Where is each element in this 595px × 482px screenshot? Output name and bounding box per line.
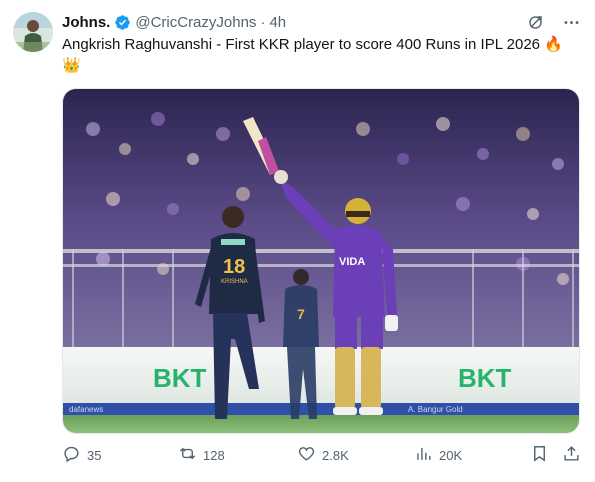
tweet-text: Angkrish Raghuvanshi - First KKR player … xyxy=(62,36,563,74)
strip-text-right: A. Bangur Gold xyxy=(408,405,463,414)
board-logo-right: BKT xyxy=(458,363,512,393)
separator: · xyxy=(260,13,266,31)
more-icon[interactable] xyxy=(561,12,581,32)
jersey-sponsor: VIDA xyxy=(339,256,365,268)
views-button[interactable]: 20K xyxy=(414,444,462,466)
tweet-media[interactable]: BKT BKT dafanews A. Bangur Gold 18 KRISH… xyxy=(62,88,580,434)
board-logo-left: BKT xyxy=(153,363,207,393)
reply-button[interactable]: 35 xyxy=(62,444,101,466)
views-icon xyxy=(414,444,433,466)
cricket-photo: BKT BKT dafanews A. Bangur Gold 18 KRISH… xyxy=(63,89,579,433)
timestamp[interactable]: 4h xyxy=(269,14,286,31)
bookmark-icon xyxy=(530,444,549,466)
retweet-icon xyxy=(178,444,197,466)
handle[interactable]: @CricCrazyJohns xyxy=(135,14,256,31)
display-name[interactable]: Johns. xyxy=(62,14,110,31)
retweet-count: 128 xyxy=(203,447,225,463)
views-count: 20K xyxy=(439,447,463,463)
reply-count: 35 xyxy=(87,447,102,463)
tweet[interactable]: Johns. @CricCrazyJohns · 4h Angkrish Rag… xyxy=(0,0,595,482)
like-button[interactable]: 2.8K xyxy=(297,444,349,466)
like-count: 2.8K xyxy=(322,447,349,463)
share-icon xyxy=(562,444,581,466)
tweet-header: Johns. @CricCrazyJohns · 4h xyxy=(62,12,286,32)
bookmark-button[interactable] xyxy=(530,444,549,466)
share-button[interactable] xyxy=(562,444,581,466)
avatar[interactable] xyxy=(13,12,53,52)
reply-icon xyxy=(62,444,81,466)
grok-icon[interactable] xyxy=(525,12,545,32)
verified-badge-icon xyxy=(114,14,131,31)
top-actions xyxy=(525,12,581,32)
retweet-button[interactable]: 128 xyxy=(178,444,225,466)
jersey-name: KRISHNA xyxy=(221,279,248,285)
strip-text-left: dafanews xyxy=(69,405,103,414)
action-bar: 35 128 2.8K 20K xyxy=(62,444,582,466)
svg-text:7: 7 xyxy=(297,306,305,322)
heart-icon xyxy=(297,444,316,466)
jersey-number: 18 xyxy=(223,256,245,278)
